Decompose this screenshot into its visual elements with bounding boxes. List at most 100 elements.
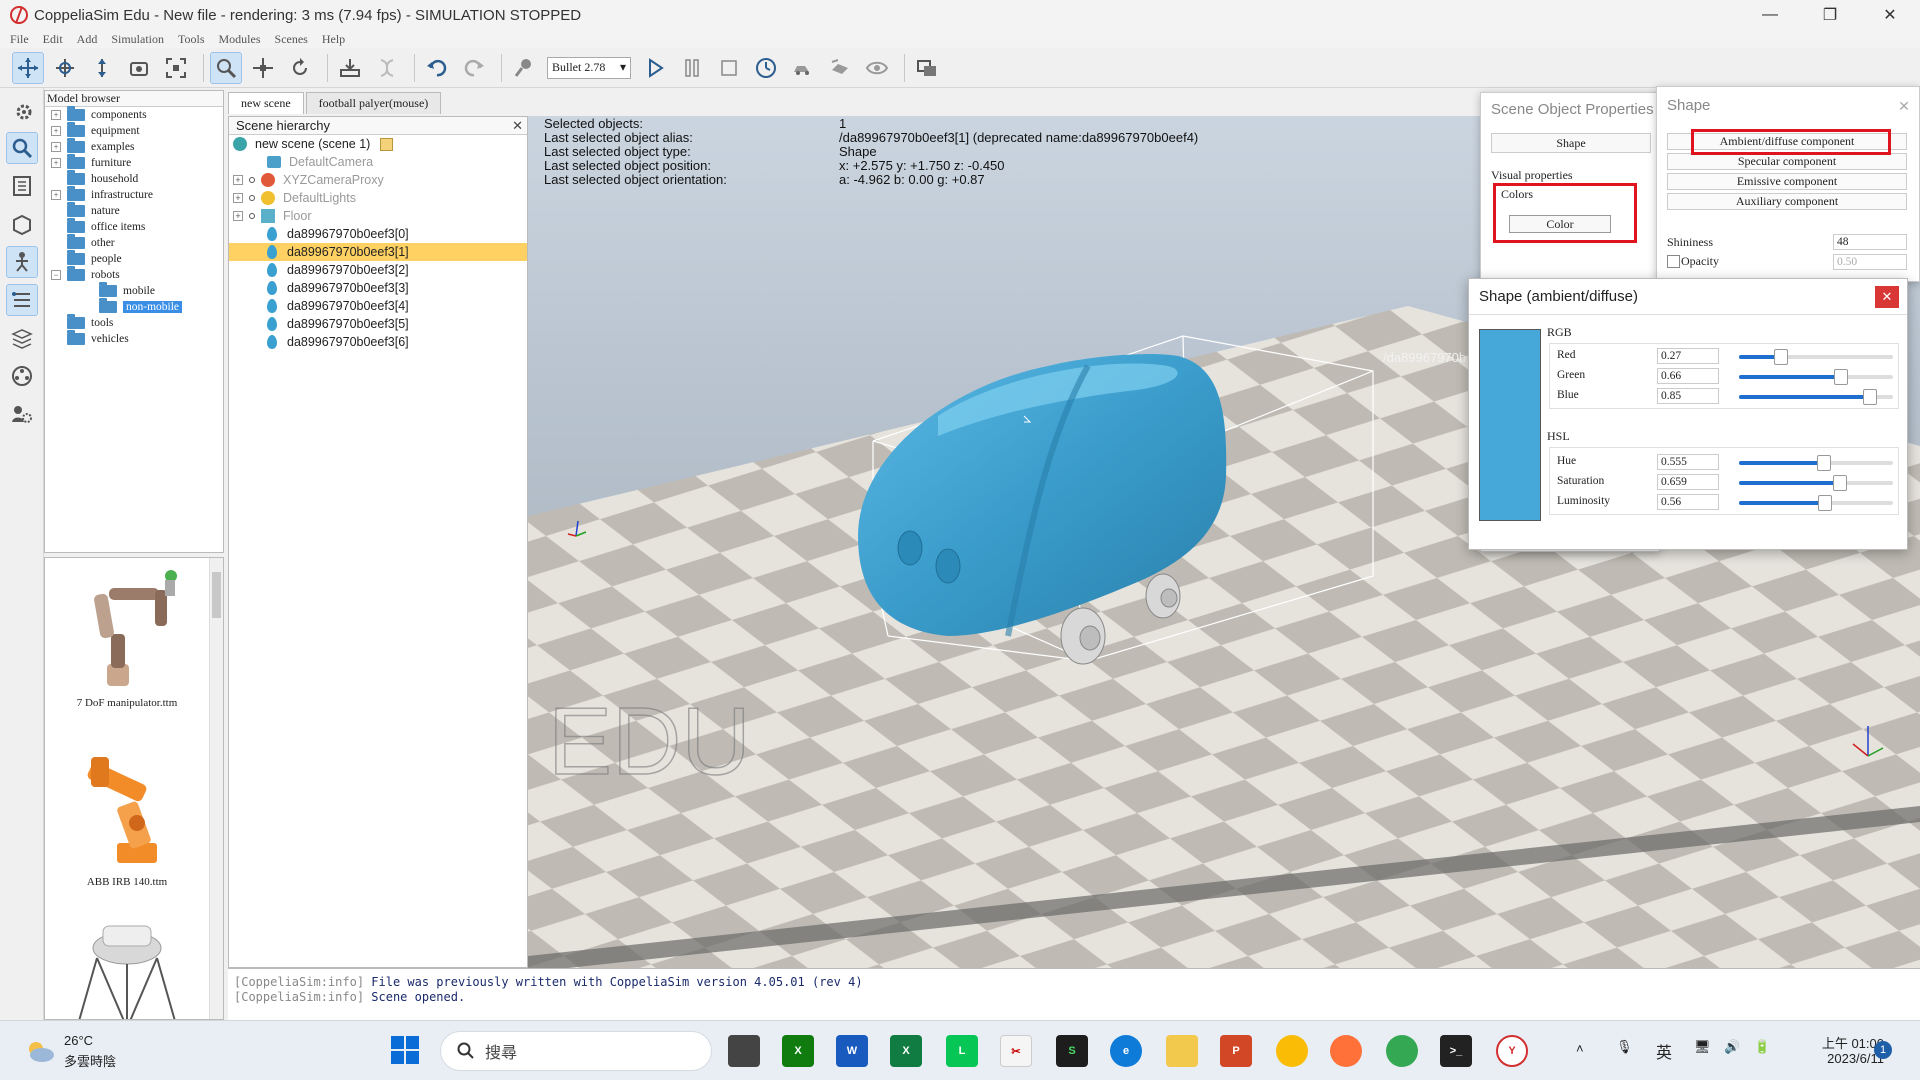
hue-slider[interactable] [1739,455,1893,471]
camera-shift-icon[interactable] [86,52,118,84]
hierarchy-item-shape-0[interactable]: da89967970b0eef3[0] [229,225,527,243]
model-folder-people[interactable]: people [45,250,223,267]
start-simulation-icon[interactable] [639,52,671,84]
model-folder-office-items[interactable]: office items [45,218,223,235]
hue-field[interactable]: 0.555 [1657,454,1719,470]
hierarchy-item-shape-4[interactable]: da89967970b0eef3[4] [229,297,527,315]
start-button[interactable] [390,1035,422,1067]
slider-handle[interactable] [1834,369,1848,385]
hierarchy-item-default-camera[interactable]: DefaultCamera [229,153,527,171]
menu-modules[interactable]: Modules [219,32,261,47]
green-field[interactable]: 0.66 [1657,368,1719,384]
opacity-checkbox[interactable] [1667,255,1680,268]
menu-simulation[interactable]: Simulation [111,32,164,47]
hierarchy-item-scene[interactable]: new scene (scene 1) [229,135,527,153]
green-slider[interactable] [1739,369,1893,385]
battery-icon[interactable]: 🔋 [1754,1039,1770,1055]
object-shift-icon[interactable] [247,52,279,84]
transfer-dna-icon[interactable] [371,52,403,84]
scripts-icon[interactable] [6,246,38,278]
maximize-button[interactable]: ❐ [1800,0,1860,30]
microphone-icon[interactable]: 🎙 [1616,1039,1633,1055]
model-folder-infrastructure[interactable]: + infrastructure [45,186,223,203]
speed-up-icon[interactable] [824,52,856,84]
saturation-slider[interactable] [1739,475,1893,491]
ime-indicator[interactable]: 英 [1656,1039,1672,1063]
hierarchy-item-xyz-camera-proxy[interactable]: + XYZCameraProxy [229,171,527,189]
tab-new-scene[interactable]: new scene [228,92,304,114]
close-icon[interactable]: ✕ [1893,95,1915,117]
slider-handle[interactable] [1817,455,1831,471]
task-view-icon[interactable] [728,1035,760,1067]
menu-scenes[interactable]: Scenes [275,32,308,47]
expand-icon[interactable]: + [51,158,61,168]
powerpoint-icon[interactable]: P [1220,1035,1252,1067]
close-window-button[interactable]: ✕ [1860,0,1920,30]
object-rotate-icon[interactable] [284,52,316,84]
line-icon[interactable]: L [946,1035,978,1067]
visualization-toggle-icon[interactable] [861,52,893,84]
close-icon[interactable]: ✕ [1875,286,1899,308]
chrome-profile-icon[interactable] [1386,1035,1418,1067]
camera-pan-icon[interactable] [12,51,44,84]
redo-icon[interactable] [458,52,490,84]
hierarchy-item-shape-2[interactable]: da89967970b0eef3[2] [229,261,527,279]
hierarchy-item-default-lights[interactable]: + DefaultLights [229,189,527,207]
red-field[interactable]: 0.27 [1657,348,1719,364]
blue-field[interactable]: 0.85 [1657,388,1719,404]
menu-tools[interactable]: Tools [178,32,205,47]
firefox-icon[interactable] [1330,1035,1362,1067]
simulation-settings-icon[interactable] [6,94,38,126]
hierarchy-item-shape-6[interactable]: da89967970b0eef3[6] [229,333,527,351]
xbox-icon[interactable]: X [782,1035,814,1067]
authenticator-icon[interactable]: S [1056,1035,1088,1067]
expand-icon[interactable]: + [233,175,243,185]
console-panel[interactable]: [CoppeliaSim:info] File was previously w… [228,968,1920,1020]
user-settings-icon[interactable] [6,398,38,430]
taskbar-search[interactable]: 搜尋 [440,1031,712,1071]
calculation-modules-icon[interactable] [6,170,38,202]
menu-help[interactable]: Help [322,32,345,47]
menu-add[interactable]: Add [77,32,98,47]
saturation-field[interactable]: 0.659 [1657,474,1719,490]
expand-icon[interactable]: + [51,142,61,152]
environment-icon[interactable] [6,322,38,354]
model-folder-tools[interactable]: tools [45,314,223,331]
file-explorer-icon[interactable] [1166,1035,1198,1067]
hierarchy-item-shape-3[interactable]: da89967970b0eef3[3] [229,279,527,297]
red-slider[interactable] [1739,349,1893,365]
collapse-icon[interactable]: − [51,270,61,280]
tab-football-player[interactable]: football palyer(mouse) [305,92,442,114]
snipping-tool-icon[interactable]: ✂ [1000,1035,1032,1067]
collections-icon[interactable] [6,208,38,240]
slider-handle[interactable] [1774,349,1788,365]
model-folder-mobile[interactable]: mobile [45,282,223,299]
model-thumbnail-delta[interactable] [45,918,209,1019]
expand-icon[interactable]: + [51,110,61,120]
model-folder-nature[interactable]: nature [45,202,223,219]
model-folder-non-mobile[interactable]: non-mobile [45,298,223,315]
volume-icon[interactable]: 🔊 [1724,1039,1740,1055]
word-icon[interactable]: W [836,1035,868,1067]
model-folder-examples[interactable]: + examples [45,138,223,155]
clock-time[interactable]: 上午 01:00 [1798,1033,1884,1052]
close-icon[interactable]: ✕ [512,118,523,134]
model-thumbnail-7dof[interactable]: 7 DoF manipulator.ttm [45,564,209,709]
fit-to-view-icon[interactable] [160,52,192,84]
notification-badge[interactable]: 1 [1874,1041,1892,1059]
expand-icon[interactable]: + [51,190,61,200]
clock-date[interactable]: 2023/6/11 [1798,1051,1884,1066]
model-thumbnail-abb-irb140[interactable]: ABB IRB 140.ttm [45,743,209,888]
stop-simulation-icon[interactable] [713,52,745,84]
model-folder-robots[interactable]: − robots [45,266,223,283]
assemble-icon[interactable] [334,52,366,84]
blue-slider[interactable] [1739,389,1893,405]
chevron-up-icon[interactable]: ˄ [1576,1041,1584,1056]
hierarchy-item-shape-5[interactable]: da89967970b0eef3[5] [229,315,527,333]
camera-angle-icon[interactable] [123,52,155,84]
chrome-icon[interactable] [1276,1035,1308,1067]
opacity-field[interactable]: 0.50 [1833,254,1907,270]
undo-icon[interactable] [421,52,453,84]
shininess-field[interactable]: 48 [1833,234,1907,250]
weather-widget[interactable]: 26°C 多雲時陰 [24,1033,134,1069]
